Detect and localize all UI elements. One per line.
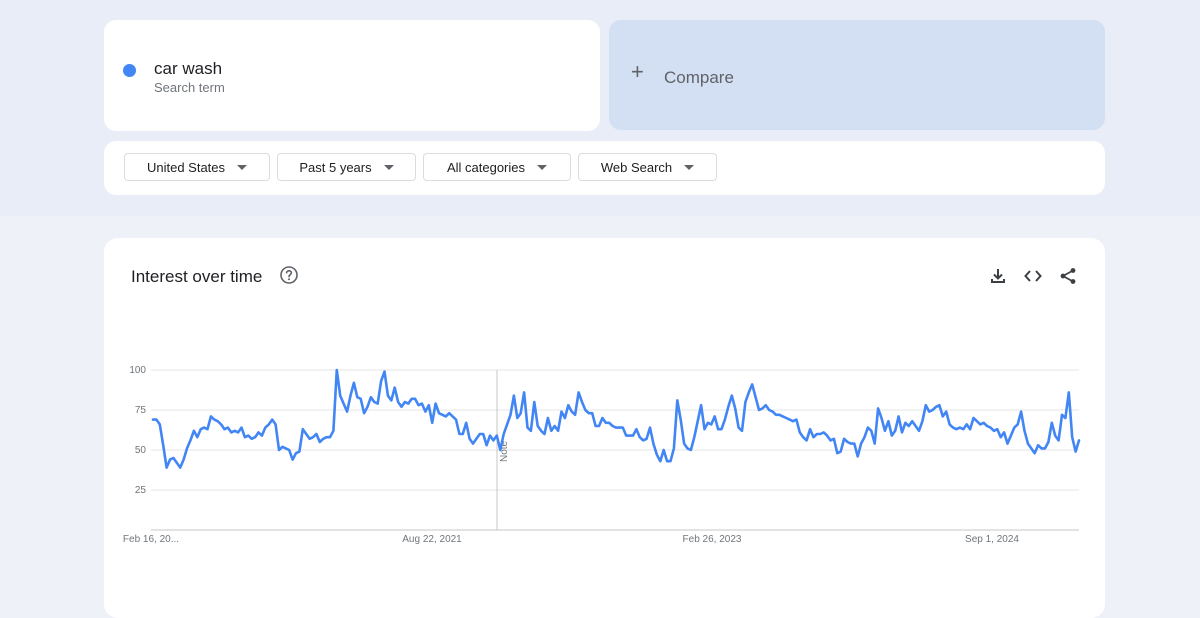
- series-line-car-wash: [151, 368, 1081, 469]
- plus-icon: +: [631, 59, 644, 84]
- category-value: All categories: [446, 159, 526, 175]
- interest-line-chart[interactable]: 100755025NoteFeb 16, 20... Aug 22, 2021 Fe…: [104, 238, 1105, 600]
- caret-down-icon: [383, 164, 394, 170]
- region-value: United States: [146, 159, 226, 175]
- caret-down-icon: [537, 164, 548, 170]
- term-color-dot: [123, 64, 136, 77]
- y-tick-label: 25: [135, 485, 147, 496]
- interest-over-time-panel: Interest over time 100 75 50 25 Note Feb 16, …: [104, 238, 1105, 618]
- filter-bar: United States Past 5 years All categorie…: [104, 141, 1105, 195]
- caret-down-icon: [237, 164, 248, 170]
- y-tick-label: 50: [135, 445, 147, 456]
- caret-down-icon: [684, 164, 695, 170]
- search-term-card[interactable]: car wash Search term: [104, 20, 600, 131]
- search-term-type: Search term: [154, 80, 225, 95]
- compare-button[interactable]: + Compare: [609, 20, 1105, 130]
- compare-label: Compare: [664, 68, 734, 87]
- y-tick-label: 100: [129, 365, 146, 376]
- search-type-dropdown[interactable]: Web Search: [578, 153, 717, 181]
- search-type-value: Web Search: [600, 159, 673, 175]
- x-tick-label: Aug 22, 2021: [402, 534, 462, 545]
- x-tick-label: Feb 16, 20...: [123, 534, 179, 545]
- y-tick-label: 75: [135, 405, 147, 416]
- x-tick-label: Feb 26, 2023: [683, 534, 742, 545]
- time-range-value: Past 5 years: [299, 159, 372, 175]
- region-dropdown[interactable]: United States: [124, 153, 270, 181]
- time-range-dropdown[interactable]: Past 5 years: [277, 153, 416, 181]
- category-dropdown[interactable]: All categories: [423, 153, 571, 181]
- search-term-name[interactable]: car wash: [154, 59, 222, 79]
- x-tick-label: Sep 1, 2024: [965, 534, 1019, 545]
